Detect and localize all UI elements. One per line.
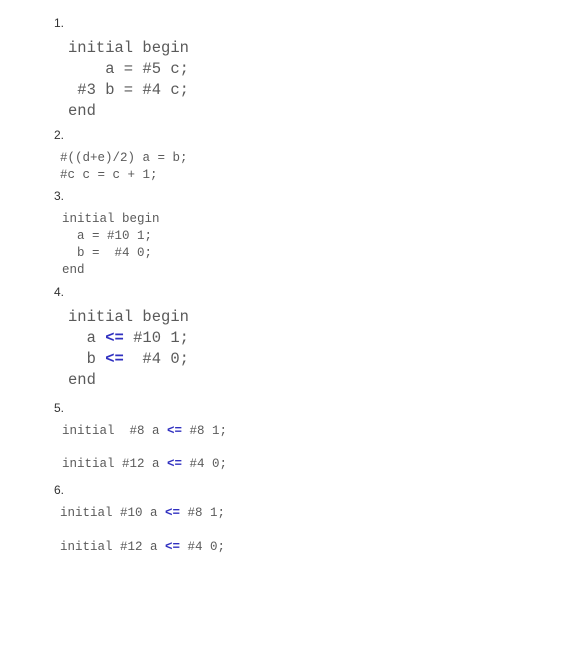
code-line: end xyxy=(62,263,85,277)
code-line: #8 1; xyxy=(180,506,225,520)
code-line: b xyxy=(68,350,105,368)
operator-nonblocking: <= xyxy=(167,424,182,438)
item-number-1: 1. xyxy=(54,16,568,30)
code-block-2: #((d+e)/2) a = b; #c c = c + 1; xyxy=(60,150,568,184)
code-line: initial #12 a xyxy=(60,540,165,554)
code-line: #4 0; xyxy=(182,457,227,471)
item-number-2: 2. xyxy=(54,128,568,142)
item-number-6: 6. xyxy=(54,483,568,497)
operator-nonblocking: <= xyxy=(165,506,180,520)
operator-nonblocking: <= xyxy=(105,329,124,347)
operator-nonblocking: <= xyxy=(167,457,182,471)
operator-nonblocking: <= xyxy=(105,350,124,368)
item-number-3: 3. xyxy=(54,189,568,203)
code-block-1: initial begin a = #5 c; #3 b = #4 c; end xyxy=(68,38,568,122)
code-line: #((d+e)/2) a = b; xyxy=(60,151,188,165)
code-line: #c c = c + 1; xyxy=(60,168,158,182)
code-line: initial #10 a xyxy=(60,506,165,520)
code-line: #10 1; xyxy=(124,329,189,347)
code-line: initial #12 a xyxy=(62,457,167,471)
code-line: a xyxy=(68,329,105,347)
code-line: initial #8 a xyxy=(62,424,167,438)
code-line: b = #4 0; xyxy=(62,246,152,260)
code-line: initial begin xyxy=(68,39,189,57)
code-line: a = #5 c; xyxy=(68,60,189,78)
code-line: #8 1; xyxy=(182,424,227,438)
code-block-3: initial begin a = #10 1; b = #4 0; end xyxy=(62,211,568,279)
code-line: initial begin xyxy=(68,308,189,326)
item-number-4: 4. xyxy=(54,285,568,299)
code-line: #4 0; xyxy=(124,350,189,368)
code-line: #4 0; xyxy=(180,540,225,554)
operator-nonblocking: <= xyxy=(165,540,180,554)
item-number-5: 5. xyxy=(54,401,568,415)
code-block-5: initial #8 a <= #8 1; initial #12 a <= #… xyxy=(62,423,568,474)
code-line: end xyxy=(68,371,96,389)
code-block-4: initial begin a <= #10 1; b <= #4 0; end xyxy=(68,307,568,391)
code-block-6: initial #10 a <= #8 1; initial #12 a <= … xyxy=(60,505,568,556)
code-examples-list: 1. initial begin a = #5 c; #3 b = #4 c; … xyxy=(0,16,568,556)
code-line: initial begin xyxy=(62,212,160,226)
code-line: end xyxy=(68,102,96,120)
code-line: a = #10 1; xyxy=(62,229,152,243)
code-line: #3 b = #4 c; xyxy=(68,81,189,99)
